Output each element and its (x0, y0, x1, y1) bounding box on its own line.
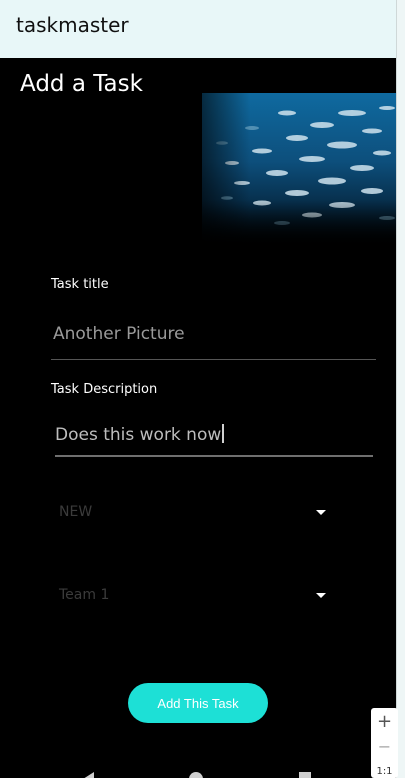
system-nav-bar (0, 758, 370, 778)
add-task-button[interactable]: Add This Task (128, 683, 268, 723)
task-title-label: Task title (51, 277, 109, 292)
team-spinner-value: Team 1 (59, 587, 110, 603)
zoom-in-button[interactable]: + (371, 711, 398, 732)
status-spinner-value: NEW (59, 504, 93, 520)
text-cursor (222, 424, 225, 443)
recents-icon[interactable] (299, 772, 311, 778)
task-title-underline (51, 359, 376, 360)
zoom-reset-button[interactable]: 1:1 (371, 766, 398, 777)
zoom-out-button[interactable]: − (371, 737, 398, 756)
task-description-input[interactable]: Does this work now (55, 424, 225, 445)
task-title-input[interactable]: Another Picture (53, 324, 185, 344)
app-bar: taskmaster (0, 0, 396, 58)
task-description-text: Does this work now (55, 425, 222, 445)
page-title: Add a Task (20, 71, 143, 97)
add-task-screen: taskmaster Add a Task Task title Another… (0, 0, 405, 778)
fish-illustration (202, 93, 396, 245)
zoom-control: + − 1:1 (371, 708, 398, 778)
back-icon[interactable] (83, 772, 94, 778)
map-edge-strip (396, 0, 405, 778)
task-description-label: Task Description (51, 382, 158, 397)
task-description-underline (55, 455, 373, 457)
status-dropdown-arrow-icon[interactable] (316, 510, 326, 515)
home-icon[interactable] (189, 772, 203, 778)
fish-school-image (202, 93, 396, 245)
app-title: taskmaster (16, 13, 129, 37)
team-dropdown-arrow-icon[interactable] (316, 593, 326, 598)
